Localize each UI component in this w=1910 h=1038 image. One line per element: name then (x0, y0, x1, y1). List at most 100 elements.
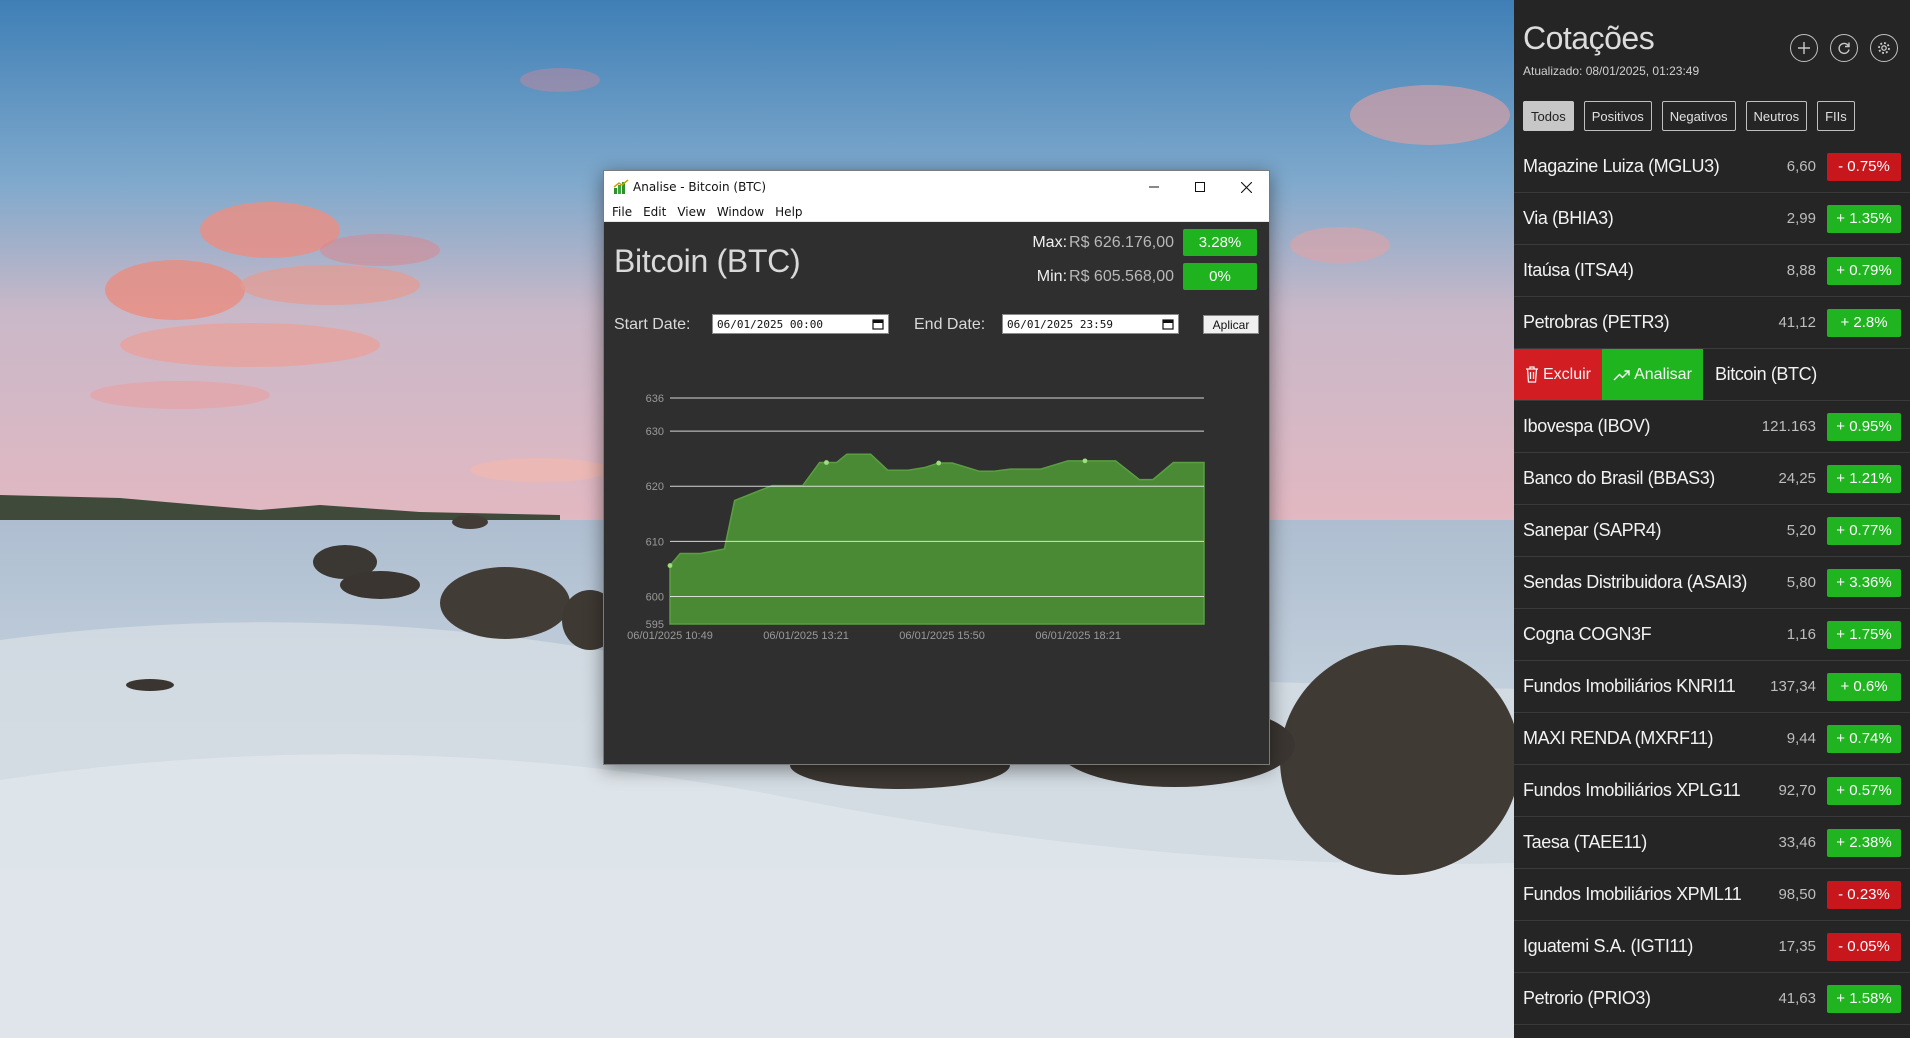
quote-name: Sanepar (SAPR4) (1523, 520, 1662, 540)
asset-title: Bitcoin (BTC) (614, 243, 801, 279)
quote-name: MAXI RENDA (MXRF11) (1523, 728, 1714, 748)
menu-view[interactable]: View (673, 205, 712, 219)
refresh-icon (1838, 42, 1850, 55)
filter-fiis[interactable]: FIIs (1817, 101, 1855, 131)
quote-price: 1,16 (1786, 626, 1816, 643)
refresh-button[interactable] (1830, 34, 1858, 62)
list-item[interactable]: Iguatemi S.A. (IGTI11) 17,35 - 0.05% (1514, 921, 1910, 973)
min-value: R$ 605.568,00 (1069, 267, 1174, 285)
add-button[interactable] (1790, 34, 1818, 62)
quote-change-badge: + 1.75% (1827, 620, 1901, 649)
quote-change-badge: - 0.75% (1827, 152, 1901, 181)
quote-price: 5,80 (1786, 574, 1816, 591)
date-filter-row: Start Date: 06/01/2025 00:00 End Date: 0… (614, 314, 1259, 338)
start-date-value: 06/01/2025 00:00 (717, 317, 823, 331)
calendar-icon[interactable] (872, 318, 884, 330)
quote-change-badge: - 0.23% (1827, 880, 1901, 909)
close-button[interactable] (1223, 171, 1269, 203)
quote-price: 121.163 (1761, 418, 1816, 435)
list-item[interactable]: Fundos Imobiliários XPML11 98,50 - 0.23% (1514, 869, 1910, 921)
analysis-window: Analise - Bitcoin (BTC) File Edit View W… (603, 170, 1270, 765)
list-item[interactable]: Ibovespa (IBOV) 121.163 + 0.95% (1514, 401, 1910, 453)
min-change-badge: 0% (1183, 263, 1257, 290)
list-item[interactable]: Via (BHIA3) 2,99 + 1.35% (1514, 193, 1910, 245)
list-item[interactable]: Cogna COGN3F 1,16 + 1.75% (1514, 609, 1910, 661)
quote-name: Petrobras (PETR3) (1523, 312, 1670, 332)
menu-edit[interactable]: Edit (639, 205, 673, 219)
quote-name: Fundos Imobiliários XPLG11 (1523, 780, 1741, 800)
list-item[interactable]: Magazine Luiza (MGLU3) 6,60 - 0.75% (1514, 141, 1910, 193)
menu-window[interactable]: Window (713, 205, 771, 219)
x-tick-label: 06/01/2025 18:21 (1035, 630, 1121, 642)
quote-price: 9,44 (1786, 730, 1816, 747)
quote-name: Iguatemi S.A. (IGTI11) (1523, 936, 1693, 956)
list-item[interactable]: Fundos Imobiliários KNRI11 137,34 + 0.6% (1514, 661, 1910, 713)
quote-price: 5,20 (1786, 522, 1816, 539)
data-point (1082, 458, 1088, 464)
max-label: Max: (1032, 233, 1068, 251)
window-title: Analise - Bitcoin (BTC) (633, 180, 766, 194)
window-titlebar[interactable]: Analise - Bitcoin (BTC) (604, 171, 1269, 203)
list-item[interactable]: Petrobras (PETR3) 41,12 + 2.8% (1514, 297, 1910, 349)
quote-price: 2,99 (1786, 210, 1816, 227)
minimize-icon (1149, 186, 1159, 188)
quote-change-badge: + 0.79% (1827, 256, 1901, 285)
list-item[interactable]: MAXI RENDA (MXRF11) 9,44 + 0.74% (1514, 713, 1910, 765)
quote-change-badge: + 0.77% (1827, 516, 1901, 545)
quote-change-badge: + 3.36% (1827, 568, 1901, 597)
filter-negativos[interactable]: Negativos (1661, 101, 1736, 131)
end-date-label: End Date: (914, 316, 986, 333)
calendar-icon[interactable] (1162, 318, 1174, 330)
price-chart: 59560061062063063606/01/2025 10:49 06/01/… (627, 393, 1205, 642)
quote-name: Itaúsa (ITSA4) (1523, 260, 1634, 280)
y-tick-label: 620 (646, 481, 664, 493)
settings-button[interactable] (1870, 34, 1898, 62)
quote-price: 137,34 (1770, 678, 1816, 695)
plus-icon (1798, 42, 1810, 54)
list-item[interactable]: Banco do Brasil (BBAS3) 24,25 + 1.21% (1514, 453, 1910, 505)
list-item-swiped[interactable]: Excluir Analisar Bitcoin (BTC) (1514, 349, 1910, 401)
quote-price: 17,35 (1778, 938, 1816, 955)
filter-todos[interactable]: Todos (1523, 101, 1574, 131)
quote-price: 6,60 (1786, 158, 1816, 175)
start-date-input[interactable]: 06/01/2025 00:00 (712, 314, 889, 334)
quotes-list: Magazine Luiza (MGLU3) 6,60 - 0.75% Via (BH… (1514, 141, 1910, 1025)
filter-neutros[interactable]: Neutros (1745, 101, 1808, 131)
quote-name: Banco do Brasil (BBAS3) (1523, 468, 1715, 488)
min-label: Min: (1036, 267, 1068, 285)
quote-price: 92,70 (1778, 782, 1816, 799)
minimize-button[interactable] (1131, 171, 1177, 203)
end-date-input[interactable]: 06/01/2025 23:59 (1002, 314, 1179, 334)
list-item[interactable]: Itaúsa (ITSA4) 8,88 + 0.79% (1514, 245, 1910, 297)
quote-change-badge: + 0.6% (1827, 672, 1901, 701)
quote-change-badge: + 2.38% (1827, 828, 1901, 857)
analyze-button[interactable]: Analisar (1602, 349, 1703, 400)
delete-button[interactable]: Excluir (1514, 349, 1602, 400)
start-date-label: Start Date: (614, 316, 691, 333)
menu-file[interactable]: File (608, 205, 639, 219)
quote-change-badge: + 2.8% (1827, 308, 1901, 337)
quote-name: Sendas Distribuidora (ASAI3) (1523, 572, 1747, 592)
maximize-button[interactable] (1177, 171, 1223, 203)
filter-positivos[interactable]: Positivos (1583, 101, 1652, 131)
list-item[interactable]: Taesa (TAEE11) 33,46 + 2.38% (1514, 817, 1910, 869)
list-item[interactable]: Sanepar (SAPR4) 5,20 + 0.77% (1514, 505, 1910, 557)
quote-name: Petrorio (PRIO3) (1523, 988, 1651, 1008)
quote-change-badge: - 0.05% (1827, 932, 1901, 961)
menu-bar: File Edit View Window Help (604, 203, 1269, 222)
quote-price: 8,88 (1786, 262, 1816, 279)
x-tick-label: 06/01/2025 15:50 (899, 630, 985, 642)
list-item[interactable]: Fundos Imobiliários XPLG11 92,70 + 0.57% (1514, 765, 1910, 817)
max-change-badge: 3.28% (1183, 229, 1257, 256)
x-tick-label: 06/01/2025 13:21 (763, 630, 849, 642)
trending-up-icon (1613, 369, 1630, 381)
quote-price: 98,50 (1778, 886, 1816, 903)
list-item[interactable]: Petrorio (PRIO3) 41,63 + 1.58% (1514, 973, 1910, 1025)
menu-help[interactable]: Help (771, 205, 809, 219)
trash-icon (1525, 366, 1538, 383)
panel-title: Cotações (1523, 20, 1655, 56)
apply-button[interactable]: Aplicar (1203, 315, 1259, 334)
quote-change-badge: + 1.21% (1827, 464, 1901, 493)
list-item[interactable]: Sendas Distribuidora (ASAI3) 5,80 + 3.36% (1514, 557, 1910, 609)
y-tick-label: 600 (646, 591, 664, 603)
